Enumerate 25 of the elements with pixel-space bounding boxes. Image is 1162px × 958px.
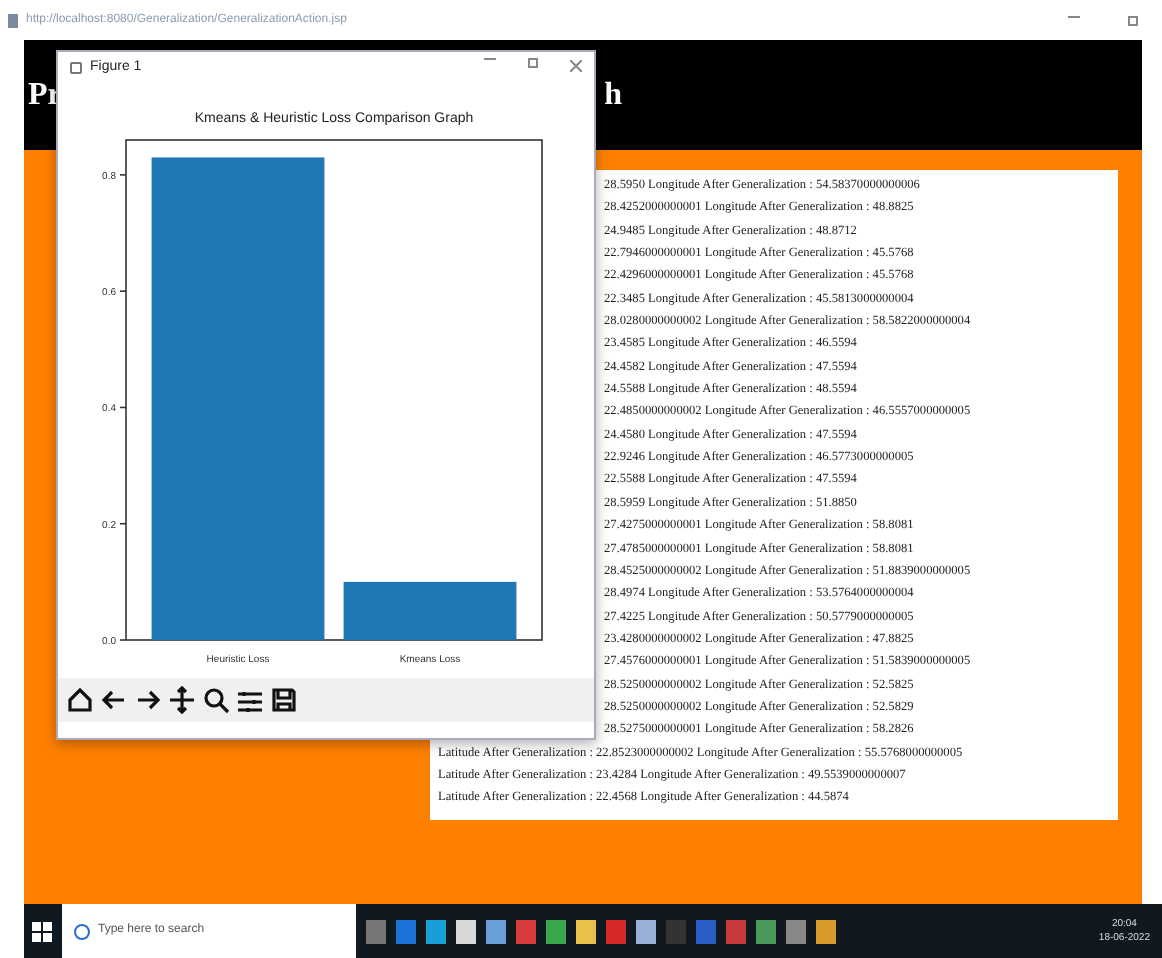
save-icon[interactable] (270, 686, 298, 714)
zoom-icon[interactable] (202, 686, 230, 714)
app-icon[interactable] (546, 919, 566, 943)
app-icon[interactable] (456, 919, 476, 943)
figure-icon (70, 62, 82, 74)
forward-arrow-icon[interactable] (134, 686, 162, 714)
search-icon (74, 923, 90, 939)
minimize-icon[interactable] (484, 57, 496, 60)
header-text: h (604, 75, 622, 115)
app-icon[interactable] (786, 919, 806, 943)
windows-start-icon[interactable] (32, 921, 52, 941)
app-icon[interactable] (426, 919, 446, 943)
minimize-icon[interactable] (1068, 15, 1080, 17)
app-icon[interactable] (486, 919, 506, 943)
maximize-icon[interactable] (528, 57, 538, 68)
app-icon[interactable] (636, 919, 656, 943)
pan-icon[interactable] (168, 686, 196, 714)
maximize-icon[interactable] (1128, 15, 1138, 25)
app-icon[interactable] (816, 919, 836, 943)
app-icon[interactable] (756, 919, 776, 943)
back-arrow-icon[interactable] (100, 686, 128, 714)
sliders-icon[interactable] (236, 686, 264, 714)
app-icon[interactable] (576, 919, 596, 943)
home-icon[interactable] (66, 686, 94, 714)
page-icon (8, 13, 18, 27)
